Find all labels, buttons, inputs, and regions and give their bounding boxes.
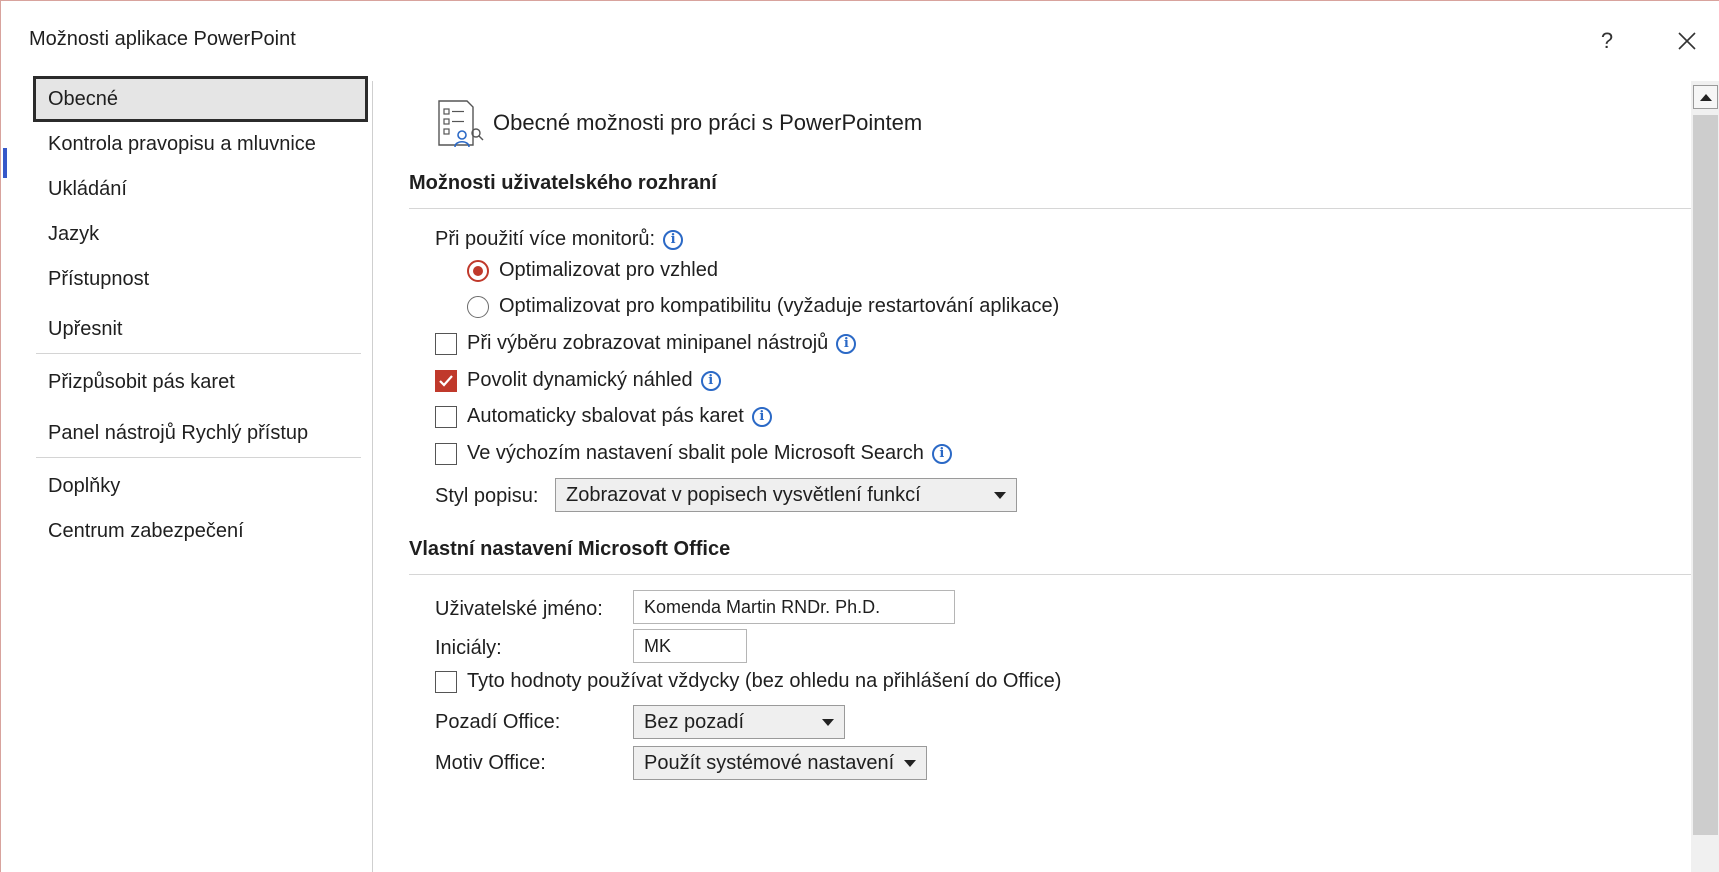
- sidebar-item-quick-access-toolbar[interactable]: Panel nástrojů Rychlý přístup: [33, 410, 368, 456]
- checkbox-label: Při výběru zobrazovat minipanel nástrojů: [467, 332, 829, 354]
- checkbox[interactable]: [435, 670, 457, 693]
- radio-optimize-compatibility[interactable]: Optimalizovat pro kompatibilitu (vyžaduj…: [467, 295, 1059, 318]
- checkbox-mini-toolbar[interactable]: Při výběru zobrazovat minipanel nástrojů…: [435, 332, 857, 355]
- sidebar-divider: [36, 457, 361, 458]
- chevron-up-icon: [1699, 93, 1712, 101]
- sidebar-item-language[interactable]: Jazyk: [33, 211, 368, 257]
- checkbox-label: Ve výchozím nastavení sbalit pole Micros…: [467, 442, 924, 464]
- close-button[interactable]: [1667, 21, 1707, 61]
- sidebar-item-trust-center[interactable]: Centrum zabezpečení: [33, 508, 368, 554]
- check-icon: [439, 374, 453, 387]
- radio-appearance-label: Optimalizovat pro vzhled: [499, 259, 718, 281]
- checkbox[interactable]: [435, 405, 457, 428]
- scroll-up-button[interactable]: [1693, 85, 1718, 109]
- checkbox-label: Povolit dynamický náhled: [467, 369, 693, 391]
- options-sidebar: Obecné Kontrola pravopisu a mluvnice Ukl…: [23, 76, 373, 872]
- checkbox-label: Automaticky sbalovat pás karet: [467, 405, 744, 427]
- options-content: Obecné možnosti pro práci s PowerPointem…: [373, 73, 1705, 872]
- radio-compat-label: Optimalizovat pro kompatibilitu (vyžaduj…: [499, 295, 1060, 317]
- sidebar-item-accessibility[interactable]: Přístupnost: [33, 256, 368, 302]
- radio-optimize-appearance[interactable]: Optimalizovat pro vzhled: [467, 259, 718, 282]
- info-icon[interactable]: i: [931, 443, 952, 464]
- sidebar-item-addins[interactable]: Doplňky: [33, 463, 368, 509]
- office-theme-value: Použít systémové nastavení: [644, 751, 895, 774]
- section-office-personalize-title: Vlastní nastavení Microsoft Office: [409, 538, 731, 560]
- tooltip-style-label: Styl popisu:: [435, 485, 539, 507]
- section-divider: [409, 208, 1705, 209]
- dialog-title: Možnosti aplikace PowerPoint: [29, 28, 296, 50]
- page-header: Obecné možnosti pro práci s PowerPointem: [431, 93, 922, 153]
- info-icon[interactable]: i: [836, 333, 857, 354]
- scroll-thumb[interactable]: [1693, 115, 1718, 835]
- close-icon: [1678, 32, 1696, 50]
- checkbox-collapse-search[interactable]: Ve výchozím nastavení sbalit pole Micros…: [435, 442, 952, 465]
- checkbox-checked[interactable]: [435, 369, 457, 392]
- section-divider: [409, 574, 1705, 575]
- sidebar-item-general[interactable]: Obecné: [33, 76, 368, 122]
- chevron-down-icon: [994, 492, 1006, 499]
- checkbox-collapse-ribbon[interactable]: Automaticky sbalovat pás karet i: [435, 405, 772, 428]
- office-background-label: Pozadí Office:: [435, 711, 561, 733]
- chevron-down-icon: [904, 760, 916, 767]
- radio-button[interactable]: [467, 295, 489, 318]
- checkbox[interactable]: [435, 332, 457, 355]
- sidebar-item-customize-ribbon[interactable]: Přizpůsobit pás karet: [33, 359, 368, 405]
- radio-button-selected[interactable]: [467, 259, 489, 282]
- checkbox-label: Tyto hodnoty používat vždycky (bez ohled…: [467, 670, 1062, 692]
- section-ui-options-title: Možnosti uživatelského rozhraní: [409, 172, 717, 194]
- sidebar-item-save[interactable]: Ukládání: [33, 166, 368, 212]
- background-window-edge: [1, 73, 23, 872]
- help-button[interactable]: ?: [1587, 21, 1627, 61]
- title-bar: Možnosti aplikace PowerPoint ?: [1, 1, 1719, 73]
- info-icon[interactable]: i: [663, 229, 684, 250]
- options-dialog: Možnosti aplikace PowerPoint ? Obecné Ko…: [0, 0, 1719, 872]
- office-background-value: Bez pozadí: [644, 710, 745, 733]
- checkbox[interactable]: [435, 442, 457, 465]
- sidebar-divider: [36, 353, 361, 354]
- checkbox-live-preview[interactable]: Povolit dynamický náhled i: [435, 369, 721, 392]
- tooltip-style-select[interactable]: Zobrazovat v popisech vysvětlení funkcí: [555, 478, 1017, 512]
- sidebar-item-advanced[interactable]: Upřesnit: [33, 306, 368, 352]
- initials-label: Iniciály:: [435, 637, 502, 659]
- tooltip-style-value: Zobrazovat v popisech vysvětlení funkcí: [566, 483, 921, 506]
- sidebar-item-proofing[interactable]: Kontrola pravopisu a mluvnice: [33, 121, 368, 167]
- username-input[interactable]: Komenda Martin RNDr. Ph.D.: [633, 590, 955, 624]
- checkbox-always-use-values[interactable]: Tyto hodnoty používat vždycky (bez ohled…: [435, 670, 1061, 693]
- initials-input[interactable]: MK: [633, 629, 747, 663]
- vertical-scrollbar[interactable]: [1691, 81, 1719, 872]
- office-background-select[interactable]: Bez pozadí: [633, 705, 845, 739]
- general-options-icon: [438, 100, 484, 148]
- multi-monitor-label: Při použití více monitorů:: [435, 228, 656, 250]
- page-title: Obecné možnosti pro práci s PowerPointem: [493, 110, 923, 135]
- chevron-down-icon: [822, 719, 834, 726]
- office-theme-label: Motiv Office:: [435, 752, 546, 774]
- username-label: Uživatelské jméno:: [435, 598, 603, 620]
- info-icon[interactable]: i: [700, 370, 721, 391]
- multi-monitor-row: Při použití více monitorů: i: [435, 228, 684, 251]
- office-theme-select[interactable]: Použít systémové nastavení: [633, 746, 927, 780]
- info-icon[interactable]: i: [751, 406, 772, 427]
